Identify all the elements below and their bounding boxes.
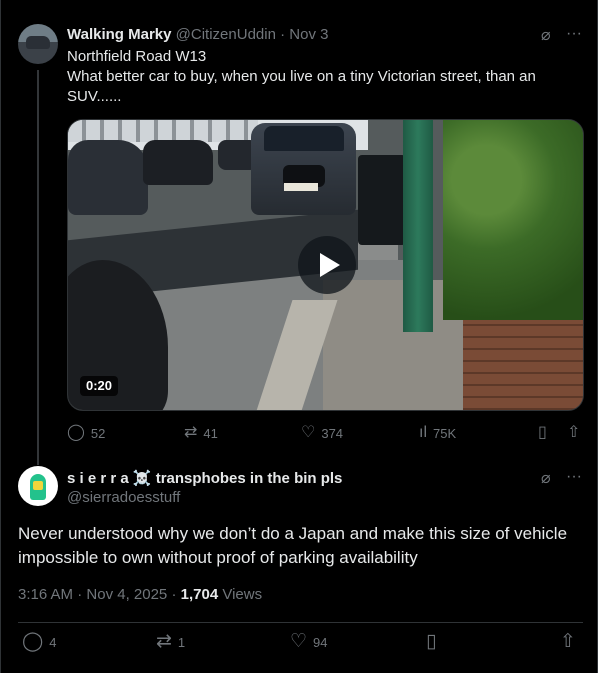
number-plate [284, 183, 318, 191]
tweet1-line1: Northfield Road W13 [67, 48, 207, 65]
heart-icon: ♡ [290, 631, 308, 652]
author-name[interactable]: Walking Marky [67, 26, 171, 43]
dot-separator: · [280, 26, 286, 43]
thread-connector-line [37, 70, 39, 465]
bookmark-button[interactable]: ▯ [426, 631, 437, 652]
share-up-icon: ⇧ [567, 424, 581, 441]
parked-car [143, 140, 213, 185]
share-up-icon: ⇧ [560, 631, 576, 652]
repost-button[interactable]: ⇄ 1 [156, 631, 186, 652]
more-dots-icon[interactable]: ··· [566, 25, 582, 43]
views-count: 75K [433, 425, 457, 441]
hedge [443, 120, 583, 320]
reply-bubble-icon: ◯ [67, 424, 85, 441]
like-button[interactable]: ♡ 94 [290, 631, 328, 652]
wheelie-bin [358, 155, 406, 245]
tweet-date[interactable]: Nov 4, 2025 [86, 586, 167, 603]
views-bars-icon: ıl [419, 424, 427, 441]
like-button[interactable]: ♡ 374 [301, 425, 343, 441]
tweet-time[interactable]: 3:16 AM [18, 586, 73, 603]
tweet-date[interactable]: Nov 3 [289, 26, 328, 43]
author-name[interactable]: s i e r r a ☠️ transphobes in the bin pl… [67, 469, 342, 487]
dot-separator: · [171, 586, 177, 603]
author-handle[interactable]: @sierradoesstuff [67, 489, 180, 506]
heart-icon: ♡ [301, 424, 316, 441]
grok-slash-icon[interactable]: ⌀ [541, 468, 551, 488]
author-handle[interactable]: @CitizenUddin [176, 26, 276, 43]
play-button[interactable] [298, 236, 356, 294]
avatar[interactable] [18, 466, 58, 506]
bookmark-icon: ▯ [538, 424, 547, 441]
bookmark-button[interactable]: ▯ [538, 425, 547, 441]
avatar-car-shape [26, 36, 50, 49]
repost-count: 41 [203, 425, 218, 441]
repost-arrows-icon: ⇄ [156, 631, 172, 652]
divider [18, 622, 583, 623]
video-player[interactable]: 0:20 [67, 119, 584, 411]
views-button[interactable]: ıl 75K [419, 425, 456, 441]
views-count: 1,704 [180, 586, 219, 603]
reply-count: 4 [49, 634, 57, 650]
background-houses [68, 120, 258, 142]
like-count: 94 [313, 634, 328, 650]
reply-button[interactable]: ◯ 52 [67, 425, 105, 441]
tweet2-text: Never understood why we don’t do a Japan… [18, 524, 568, 567]
video-duration: 0:20 [80, 376, 119, 396]
grok-slash-icon[interactable]: ⌀ [541, 25, 551, 45]
avatar-detail [33, 481, 43, 490]
tweet-metadata: 3:16 AM · Nov 4, 2025 · 1,704 Views [18, 586, 262, 603]
lamp-post [403, 120, 433, 332]
repost-count: 1 [177, 634, 186, 650]
tweet1-line2: What better car to buy, when you live on… [67, 68, 536, 105]
suv-windscreen [264, 126, 344, 151]
reply-bubble-icon: ◯ [22, 631, 44, 652]
dot-separator: · [77, 586, 83, 603]
reply-button[interactable]: ◯ 4 [22, 631, 57, 652]
tweet1-text: Northfield Road W13 What better car to b… [67, 47, 567, 107]
tweet1-header: Walking Marky @CitizenUddin · Nov 3 [67, 26, 328, 43]
avatar[interactable] [18, 24, 58, 64]
tweet1-action-bar: ◯ 52 ⇄ 41 ♡ 374 ıl 75K ▯ ⇧ [67, 425, 584, 445]
repost-arrows-icon: ⇄ [184, 424, 198, 441]
views-label: Views [222, 586, 263, 603]
like-count: 374 [321, 425, 344, 441]
bookmark-icon: ▯ [426, 631, 437, 652]
share-button[interactable]: ⇧ [567, 425, 580, 441]
reply-count: 52 [90, 425, 106, 441]
tweet2-action-bar: ◯ 4 ⇄ 1 ♡ 94 ▯ ⇧ [18, 631, 583, 658]
parked-car [68, 140, 148, 215]
more-dots-icon[interactable]: ··· [566, 468, 582, 486]
share-button[interactable]: ⇧ [560, 631, 576, 652]
repost-button[interactable]: ⇄ 41 [184, 425, 218, 441]
